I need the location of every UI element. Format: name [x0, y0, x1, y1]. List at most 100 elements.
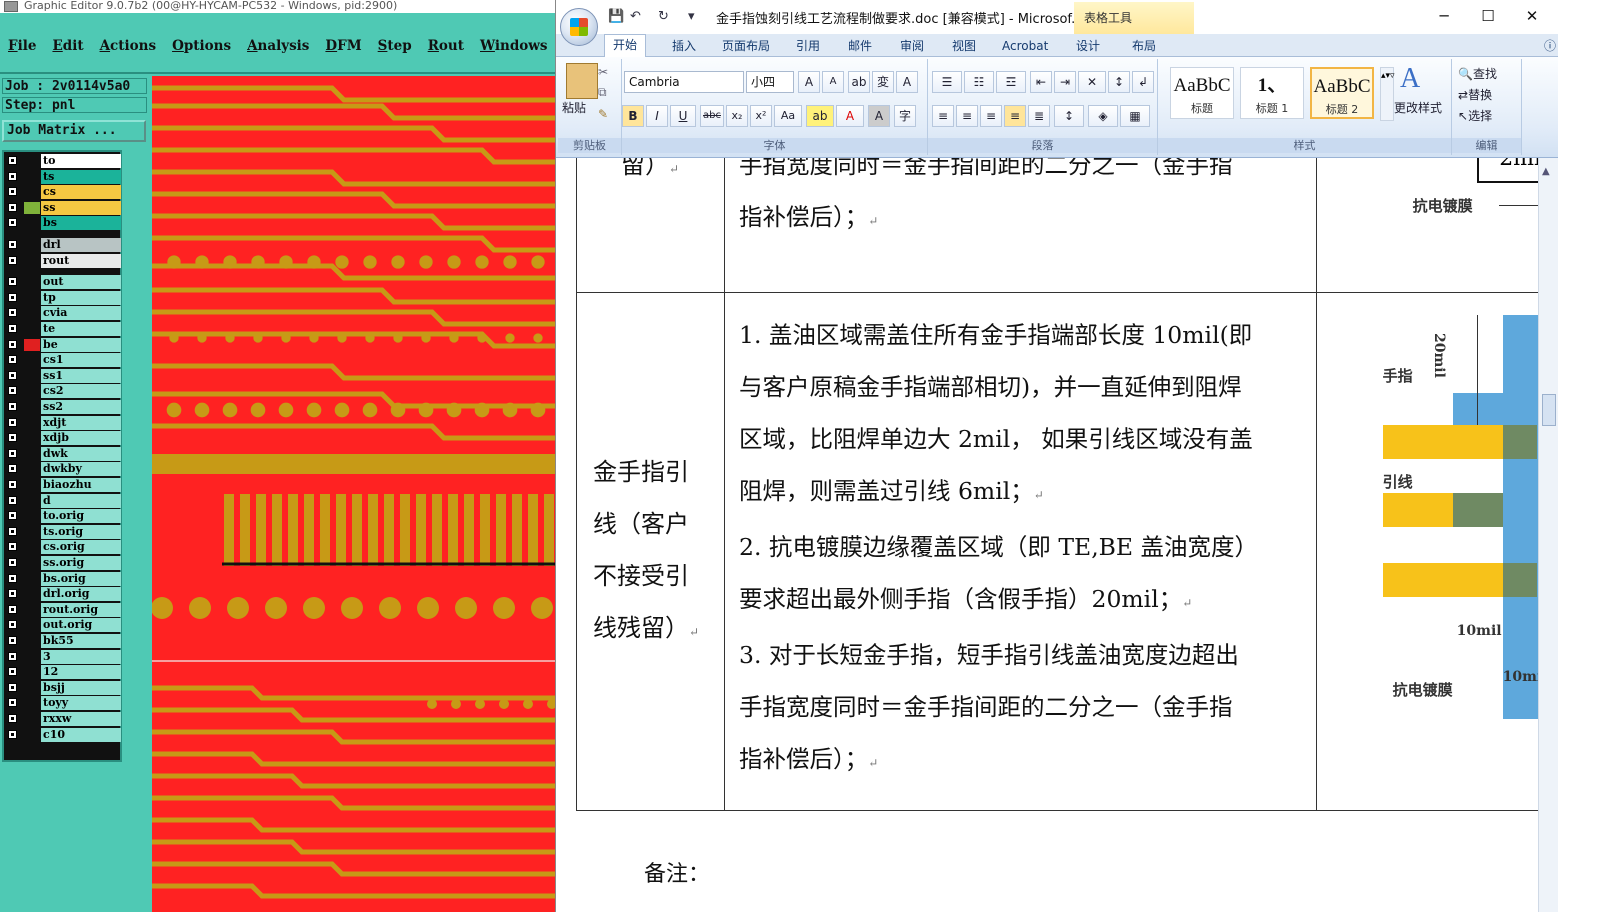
layer-row[interactable]: toyy [6, 696, 122, 711]
layer-name[interactable]: bsjj [41, 680, 121, 695]
layer-row[interactable]: dwkby [6, 462, 122, 477]
layer-checkbox[interactable] [8, 324, 17, 333]
table-cell-figure[interactable]: 2mil 抗电镀膜 [1315, 158, 1556, 293]
layer-name[interactable]: cs [41, 185, 121, 200]
font-name-combo[interactable]: Cambria [624, 71, 744, 93]
layer-row[interactable]: ts [6, 169, 122, 184]
layer-name[interactable]: c10 [41, 727, 121, 742]
layer-checkbox[interactable] [8, 464, 17, 474]
layer-checkbox[interactable] [8, 604, 17, 614]
layer-name[interactable]: to [41, 154, 121, 168]
layer-row[interactable]: bsjj [6, 680, 122, 695]
layer-row[interactable]: biaozhu [6, 478, 122, 492]
subscript-icon[interactable]: x₂ [726, 105, 748, 127]
layer-name[interactable]: dwk [41, 446, 121, 461]
layer-row[interactable]: te [6, 322, 122, 336]
layer-row[interactable]: cs [6, 185, 122, 200]
layer-row[interactable]: ss1 [6, 368, 122, 383]
menu-analysis[interactable]: Analysis [239, 34, 317, 58]
layer-checkbox[interactable] [8, 277, 17, 287]
tab-acrobat[interactable]: Acrobat [1002, 36, 1048, 56]
layer-checkbox[interactable] [8, 171, 17, 181]
menu-dfm[interactable]: DFM [317, 34, 369, 58]
layer-checkbox[interactable] [8, 636, 17, 645]
style-title[interactable]: AaBbC 标题 [1170, 67, 1234, 119]
layer-checkbox[interactable] [8, 202, 17, 212]
layer-row[interactable]: to [6, 154, 122, 168]
layer-row[interactable]: ts.orig [6, 524, 122, 539]
layer-row[interactable]: bs.orig [6, 571, 122, 586]
maximize-icon[interactable]: ☐ [1468, 4, 1508, 28]
layer-name[interactable]: drl [41, 238, 121, 252]
layer-row[interactable]: cs2 [6, 384, 122, 399]
tab-home[interactable]: 开始 [604, 34, 647, 57]
menu-rout[interactable]: Rout [420, 34, 472, 58]
layer-checkbox[interactable] [8, 495, 17, 505]
strikethrough-icon[interactable]: abc [700, 105, 724, 127]
layer-name[interactable]: bk55 [41, 634, 121, 648]
layer-name[interactable]: cs2 [41, 384, 121, 399]
sort-icon[interactable]: ↕ [1108, 71, 1130, 93]
layer-row[interactable]: to.orig [6, 509, 122, 524]
tab-view[interactable]: 视图 [952, 36, 976, 56]
layer-checkbox[interactable] [8, 729, 17, 739]
layer-checkbox[interactable] [8, 448, 17, 458]
table-cell[interactable]: 1. 盖油区域需盖住所有金手指端部长度 10mil(即 与客户原稿金手指端部相切… [724, 292, 1317, 811]
underline-button[interactable]: U [670, 105, 696, 127]
layer-checkbox[interactable] [8, 339, 17, 349]
layer-name[interactable]: rout.orig [41, 602, 121, 617]
layer-row[interactable]: out [6, 275, 122, 290]
menu-options[interactable]: Options [164, 34, 239, 58]
replace-button[interactable]: ⇄替换 [1458, 86, 1492, 103]
format-painter-icon[interactable]: ✎ [598, 107, 608, 121]
document-area[interactable]: 留）↵ 手指宽度同时＝金手指间距的二分之一（金手指 指补偿后）；↵ 2mil 抗… [556, 158, 1556, 912]
enclose-char-icon[interactable]: 字 [894, 105, 916, 127]
job-matrix-button[interactable]: Job Matrix ... [2, 120, 146, 142]
layer-name[interactable]: d [41, 493, 121, 508]
layer-checkbox[interactable] [8, 511, 17, 521]
layer-name[interactable]: biaozhu [41, 478, 121, 492]
undo-icon[interactable]: ↶ [630, 9, 641, 24]
layer-name[interactable]: cs1 [41, 353, 121, 368]
layer-row[interactable]: ss2 [6, 400, 122, 414]
tab-review[interactable]: 审阅 [900, 36, 924, 56]
layer-checkbox[interactable] [8, 355, 17, 365]
change-styles-icon[interactable]: A [1400, 63, 1420, 95]
layer-name[interactable]: 12 [41, 665, 121, 680]
increase-indent-icon[interactable]: ⇥ [1054, 71, 1076, 93]
layer-name[interactable]: ss.orig [41, 556, 121, 570]
multilevel-list-icon[interactable]: ☲ [996, 71, 1026, 93]
layer-name[interactable]: ts [41, 169, 121, 184]
layer-row[interactable]: tp [6, 290, 122, 305]
char-border-icon[interactable]: A [896, 71, 918, 93]
layer-name[interactable]: xdjb [41, 431, 121, 446]
cut-icon[interactable]: ✂ [598, 65, 608, 79]
justify-icon[interactable]: ≡ [1004, 105, 1026, 127]
layer-name[interactable]: ss2 [41, 400, 121, 414]
bullets-icon[interactable]: ☰ [932, 71, 962, 93]
layer-checkbox[interactable] [8, 308, 17, 318]
layer-name[interactable]: ss [41, 200, 121, 215]
font-color-icon[interactable]: A [836, 105, 864, 127]
align-right-icon[interactable]: ≡ [980, 105, 1002, 127]
layer-row[interactable]: dwk [6, 446, 122, 461]
redo-icon[interactable]: ↻ [658, 9, 669, 24]
layer-checkbox[interactable] [8, 255, 17, 265]
layer-row[interactable]: 3 [6, 649, 122, 664]
layer-name[interactable]: 3 [41, 649, 121, 664]
layer-checkbox[interactable] [8, 417, 17, 427]
char-shading-icon[interactable]: A [868, 105, 890, 127]
layer-name[interactable]: tp [41, 290, 121, 305]
layer-name[interactable]: xdjt [41, 415, 121, 430]
layer-name[interactable]: rxxw [41, 712, 121, 726]
bold-button[interactable]: B [622, 105, 644, 127]
borders-icon[interactable]: ▦ [1120, 105, 1150, 127]
vertical-scrollbar[interactable]: ▲ [1538, 158, 1559, 912]
layer-checkbox[interactable] [8, 526, 17, 536]
superscript-icon[interactable]: x² [750, 105, 772, 127]
tab-references[interactable]: 引用 [796, 36, 820, 56]
tab-design[interactable]: 设计 [1076, 36, 1100, 56]
shading-icon[interactable]: ◈ [1088, 105, 1118, 127]
layer-row[interactable]: ss [6, 200, 122, 215]
layer-row[interactable]: bs [6, 216, 122, 231]
